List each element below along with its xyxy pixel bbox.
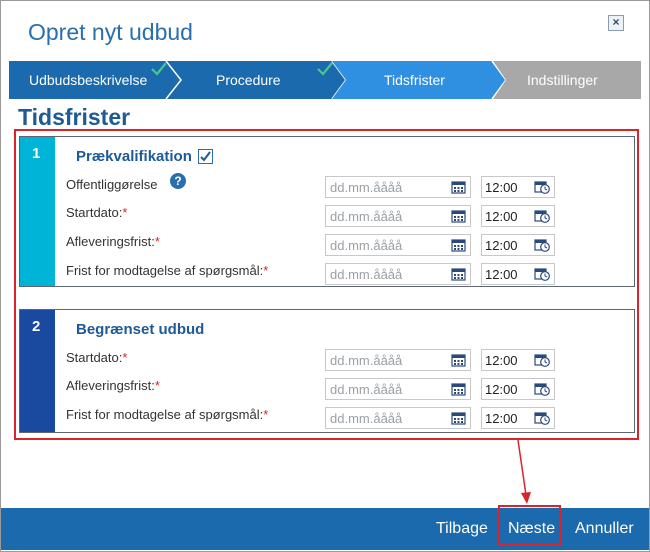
field-label-frist-spoergsmaal: Frist for modtagelse af spørgsmål:* xyxy=(66,407,269,422)
field-label-startdato: Startdato:* xyxy=(66,205,128,220)
calendar-icon[interactable] xyxy=(451,411,466,425)
dialog-title: Opret nyt udbud xyxy=(28,19,193,45)
step-label: Udbudsbeskrivelse xyxy=(29,72,148,88)
help-icon[interactable]: ? xyxy=(170,173,186,189)
time-input-afleveringsfrist[interactable]: 12:00 xyxy=(481,234,555,256)
step-udbudsbeskrivelse[interactable]: Udbudsbeskrivelse xyxy=(9,61,181,99)
page-title: Tidsfrister xyxy=(18,104,131,130)
step-label: Indstillinger xyxy=(527,72,598,88)
calendar-icon[interactable] xyxy=(451,209,466,223)
calendar-icon[interactable] xyxy=(451,180,466,194)
time-input-startdato[interactable]: 12:00 xyxy=(481,205,555,227)
wizard-steps: Udbudsbeskrivelse Procedure Tidsfrister … xyxy=(9,61,641,99)
date-input-afleveringsfrist[interactable]: dd.mm.åååå xyxy=(325,234,471,256)
time-input-frist-spoergsmaal[interactable]: 12:00 xyxy=(481,263,555,285)
clock-calendar-icon[interactable] xyxy=(534,267,550,281)
clock-calendar-icon[interactable] xyxy=(534,382,550,396)
calendar-icon[interactable] xyxy=(451,353,466,367)
date-input-frist-spoergsmaal[interactable]: dd.mm.åååå xyxy=(325,263,471,285)
field-label-startdato: Startdato:* xyxy=(66,350,128,365)
cancel-button[interactable]: Annuller xyxy=(575,508,634,550)
date-input-startdato[interactable]: dd.mm.åååå xyxy=(325,349,471,371)
calendar-icon[interactable] xyxy=(451,267,466,281)
field-label-offentliggorelse: Offentliggørelse xyxy=(66,177,158,192)
section-prekvalifikation: 1 Prækvalifikation Offentliggørelse ? dd… xyxy=(19,136,635,287)
field-label-frist-spoergsmaal: Frist for modtagelse af spørgsmål:* xyxy=(66,263,269,278)
time-input-offentliggorelse[interactable]: 12:00 xyxy=(481,176,555,198)
date-input-frist-spoergsmaal[interactable]: dd.mm.åååå xyxy=(325,407,471,429)
section-title: Prækvalifikation xyxy=(76,148,192,165)
step-tidsfrister[interactable]: Tidsfrister xyxy=(332,61,506,99)
back-button[interactable]: Tilbage xyxy=(436,508,488,550)
step-label: Procedure xyxy=(216,72,281,88)
field-label-afleveringsfrist: Afleveringsfrist:* xyxy=(66,378,160,393)
checkmark-icon xyxy=(200,151,211,162)
section-begraenset-udbud: 2 Begrænset udbud Startdato:* dd.mm.åååå… xyxy=(19,309,635,433)
date-input-offentliggorelse[interactable]: dd.mm.åååå xyxy=(325,176,471,198)
section-number-badge: 2 xyxy=(20,310,55,432)
annotation-next-highlight xyxy=(498,505,561,545)
date-input-afleveringsfrist[interactable]: dd.mm.åååå xyxy=(325,378,471,400)
clock-calendar-icon[interactable] xyxy=(534,180,550,194)
clock-calendar-icon[interactable] xyxy=(534,209,550,223)
section-number-badge: 1 xyxy=(20,137,55,286)
dialog: Opret nyt udbud × Udbudsbeskrivelse Proc… xyxy=(0,0,650,552)
field-label-afleveringsfrist: Afleveringsfrist:* xyxy=(66,234,160,249)
time-input-afleveringsfrist[interactable]: 12:00 xyxy=(481,378,555,400)
calendar-icon[interactable] xyxy=(451,238,466,252)
step-indstillinger[interactable]: Indstillinger xyxy=(493,61,641,99)
step-label: Tidsfrister xyxy=(384,72,445,88)
clock-calendar-icon[interactable] xyxy=(534,238,550,252)
section-title: Begrænset udbud xyxy=(76,321,205,338)
close-icon[interactable]: × xyxy=(608,15,624,31)
time-input-frist-spoergsmaal[interactable]: 12:00 xyxy=(481,407,555,429)
date-input-startdato[interactable]: dd.mm.åååå xyxy=(325,205,471,227)
step-procedure[interactable]: Procedure xyxy=(166,61,346,99)
time-input-startdato[interactable]: 12:00 xyxy=(481,349,555,371)
prekvalifikation-checkbox[interactable] xyxy=(198,149,213,164)
clock-calendar-icon[interactable] xyxy=(534,411,550,425)
calendar-icon[interactable] xyxy=(451,382,466,396)
clock-calendar-icon[interactable] xyxy=(534,353,550,367)
